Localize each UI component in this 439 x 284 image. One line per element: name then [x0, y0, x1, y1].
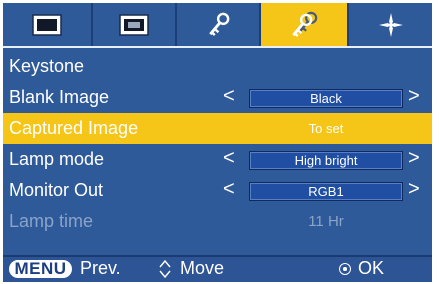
tab-key[interactable] — [175, 3, 259, 46]
setup-icon — [378, 12, 403, 37]
menu-item-value: Black — [310, 91, 342, 106]
menu-item-lamp-time: Lamp time 11 Hr — [3, 206, 432, 237]
menu-item-value: To set — [308, 121, 344, 136]
move-label: Move — [180, 258, 225, 278]
tab-divider — [3, 46, 432, 48]
arrow-right-icon[interactable]: > — [408, 179, 420, 199]
tab-bar — [3, 3, 432, 46]
arrow-left-icon[interactable]: < — [223, 86, 235, 106]
menu-item-label: Monitor Out — [9, 180, 104, 200]
value-box: High bright — [249, 151, 403, 170]
arrow-left-icon[interactable]: < — [223, 179, 235, 199]
screen-icon — [119, 13, 149, 36]
tab-screen[interactable] — [91, 3, 175, 46]
prev-label: Prev. — [80, 258, 121, 278]
menu-item-value: 11 Hr — [308, 213, 344, 230]
menu-item-label: Keystone — [9, 56, 85, 76]
double-key-icon — [292, 11, 318, 37]
arrow-right-icon[interactable]: > — [408, 148, 420, 168]
menu-button-label: MENU — [14, 259, 67, 278]
menu-item-monitor-out[interactable]: Monitor Out < RGB1 > — [3, 175, 432, 206]
footer-bar: MENU Prev. Move OK — [3, 255, 432, 282]
ok-label: OK — [358, 258, 385, 278]
picture-icon — [32, 13, 62, 36]
menu-item-value: High bright — [294, 153, 358, 168]
arrow-right-icon[interactable]: > — [408, 86, 420, 106]
menu-item-blank-image[interactable]: Blank Image < Black > — [3, 82, 432, 113]
menu-item-label: Lamp time — [9, 211, 94, 231]
settings-list: Keystone Blank Image < Black > Captured … — [3, 51, 432, 237]
tab-setup[interactable] — [347, 3, 432, 46]
menu-item-lamp-mode[interactable]: Lamp mode < High bright > — [3, 144, 432, 175]
tab-double-key[interactable] — [259, 3, 347, 46]
osd-menu: Keystone Blank Image < Black > Captured … — [3, 3, 432, 282]
up-down-arrow-icon — [159, 259, 171, 279]
arrow-left-icon[interactable]: < — [223, 148, 235, 168]
menu-item-keystone[interactable]: Keystone — [3, 51, 432, 82]
menu-item-label: Lamp mode — [9, 149, 105, 169]
value-box: Black — [249, 89, 403, 108]
menu-item-value: RGB1 — [308, 184, 344, 199]
menu-item-label: Blank Image — [9, 87, 110, 107]
menu-button[interactable]: MENU — [9, 259, 72, 278]
ok-icon — [339, 263, 351, 275]
tab-picture[interactable] — [3, 3, 91, 46]
menu-item-captured-image[interactable]: Captured Image To set — [3, 113, 432, 144]
value-box: RGB1 — [249, 182, 403, 201]
key-icon — [209, 12, 230, 36]
menu-item-label: Captured Image — [9, 118, 139, 138]
